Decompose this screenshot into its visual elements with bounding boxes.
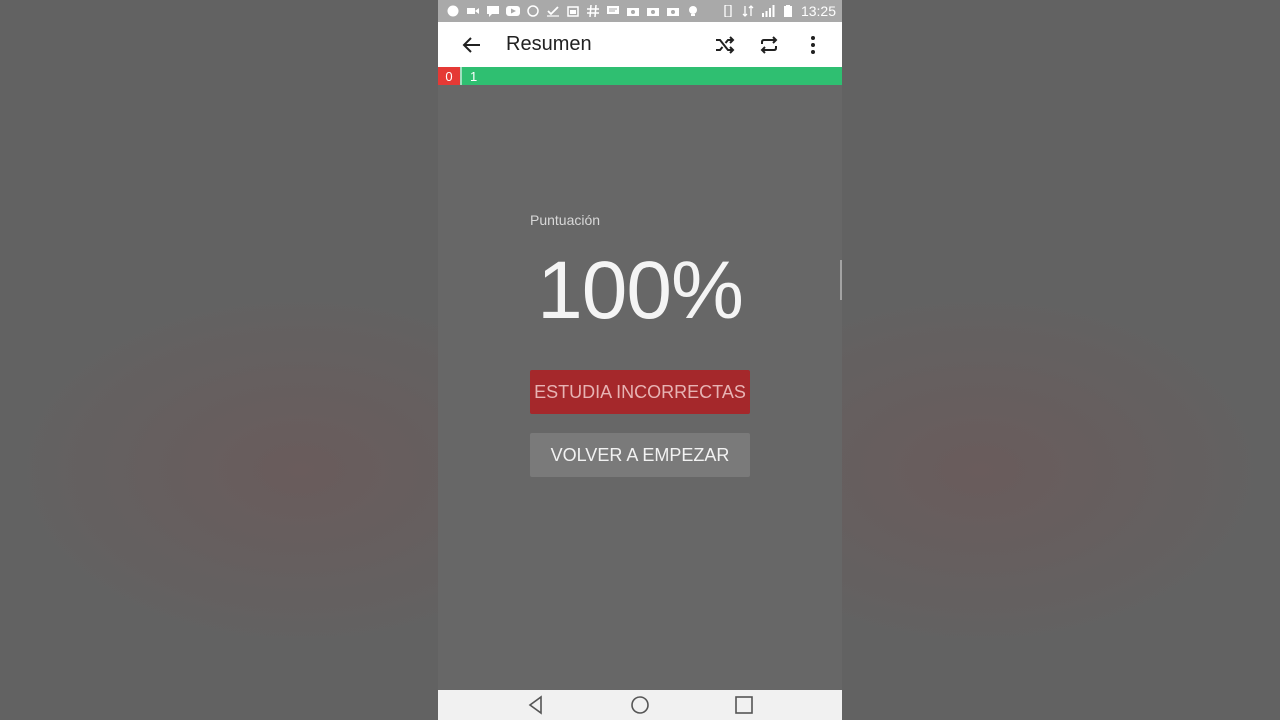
- record-icon: [446, 5, 460, 17]
- back-triangle-icon: [528, 695, 542, 715]
- home-circle-icon: [631, 696, 649, 714]
- app-bar: Resumen: [438, 22, 842, 67]
- photo-icon: [626, 5, 640, 17]
- whatsapp-icon: [526, 5, 540, 17]
- page-title: Resumen: [506, 33, 592, 55]
- navigation-bar: [438, 690, 842, 720]
- photo-icon: [646, 5, 660, 17]
- restart-button[interactable]: VOLVER A EMPEZAR: [530, 433, 750, 477]
- status-time: 13:25: [800, 3, 836, 19]
- incorrect-count: 0: [438, 67, 460, 85]
- battery-icon: [781, 5, 795, 17]
- edge-indicator: [840, 260, 842, 300]
- data-transfer-icon: [741, 5, 755, 17]
- score-value: 100%: [537, 245, 744, 336]
- bulb-icon: [686, 5, 700, 17]
- vibrate-icon: [721, 5, 735, 17]
- correct-count: 1: [460, 67, 842, 85]
- nav-recents-button[interactable]: [731, 692, 757, 718]
- check-icon: [546, 5, 560, 17]
- chat-icon: [606, 5, 620, 17]
- back-button[interactable]: [452, 25, 492, 65]
- photo-icon: [666, 5, 680, 17]
- notification-icons: [438, 5, 700, 17]
- calendar-icon: [566, 5, 580, 17]
- repeat-icon: [760, 35, 778, 54]
- app-bar-actions: [710, 30, 842, 60]
- phone-screen: 13:25 Resumen 0 1 Puntuación 100% ESTUDI…: [438, 0, 842, 720]
- shuffle-button[interactable]: [710, 30, 740, 60]
- shuffle-icon: [716, 35, 735, 54]
- score-label: Puntuación: [530, 212, 601, 228]
- more-vert-icon: [811, 35, 815, 54]
- score-progress-bar: 0 1: [438, 67, 842, 85]
- message-icon: [486, 5, 500, 17]
- system-status: 13:25: [721, 3, 842, 19]
- video-icon: [466, 5, 480, 17]
- recents-square-icon: [735, 696, 753, 714]
- more-options-button[interactable]: [798, 30, 828, 60]
- hashtag-icon: [586, 5, 600, 17]
- arrow-left-icon: [462, 36, 480, 53]
- nav-back-button[interactable]: [523, 692, 549, 718]
- status-bar: 13:25: [438, 0, 842, 22]
- study-incorrect-button[interactable]: ESTUDIA INCORRECTAS: [530, 370, 750, 414]
- signal-icon: [761, 5, 775, 17]
- nav-home-button[interactable]: [627, 692, 653, 718]
- youtube-icon: [506, 5, 520, 17]
- repeat-button[interactable]: [754, 30, 784, 60]
